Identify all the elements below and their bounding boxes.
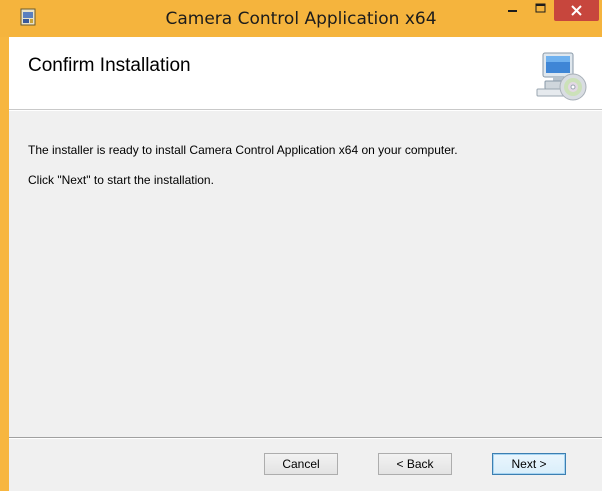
- page-title: Confirm Installation: [28, 55, 191, 76]
- close-button[interactable]: [554, 0, 599, 21]
- installer-window: Camera Control Application x64 Confirm I…: [0, 0, 602, 491]
- title-bar[interactable]: Camera Control Application x64: [0, 0, 602, 37]
- back-button[interactable]: < Back: [378, 453, 452, 475]
- next-button[interactable]: Next >: [492, 453, 566, 475]
- computer-cd-icon: [536, 52, 587, 101]
- dialog-client-area: Confirm Installation The installer is re…: [9, 37, 602, 491]
- minimize-icon[interactable]: [499, 0, 526, 21]
- header-divider-highlight: [9, 110, 602, 111]
- footer-divider-highlight: [9, 438, 602, 439]
- dialog-header: Confirm Installation: [9, 37, 602, 109]
- maximize-icon[interactable]: [527, 0, 554, 21]
- instruction-message: Click "Next" to start the installation.: [28, 173, 214, 187]
- cancel-button[interactable]: Cancel: [264, 453, 338, 475]
- ready-message: The installer is ready to install Camera…: [28, 143, 458, 157]
- close-icon[interactable]: [554, 0, 599, 21]
